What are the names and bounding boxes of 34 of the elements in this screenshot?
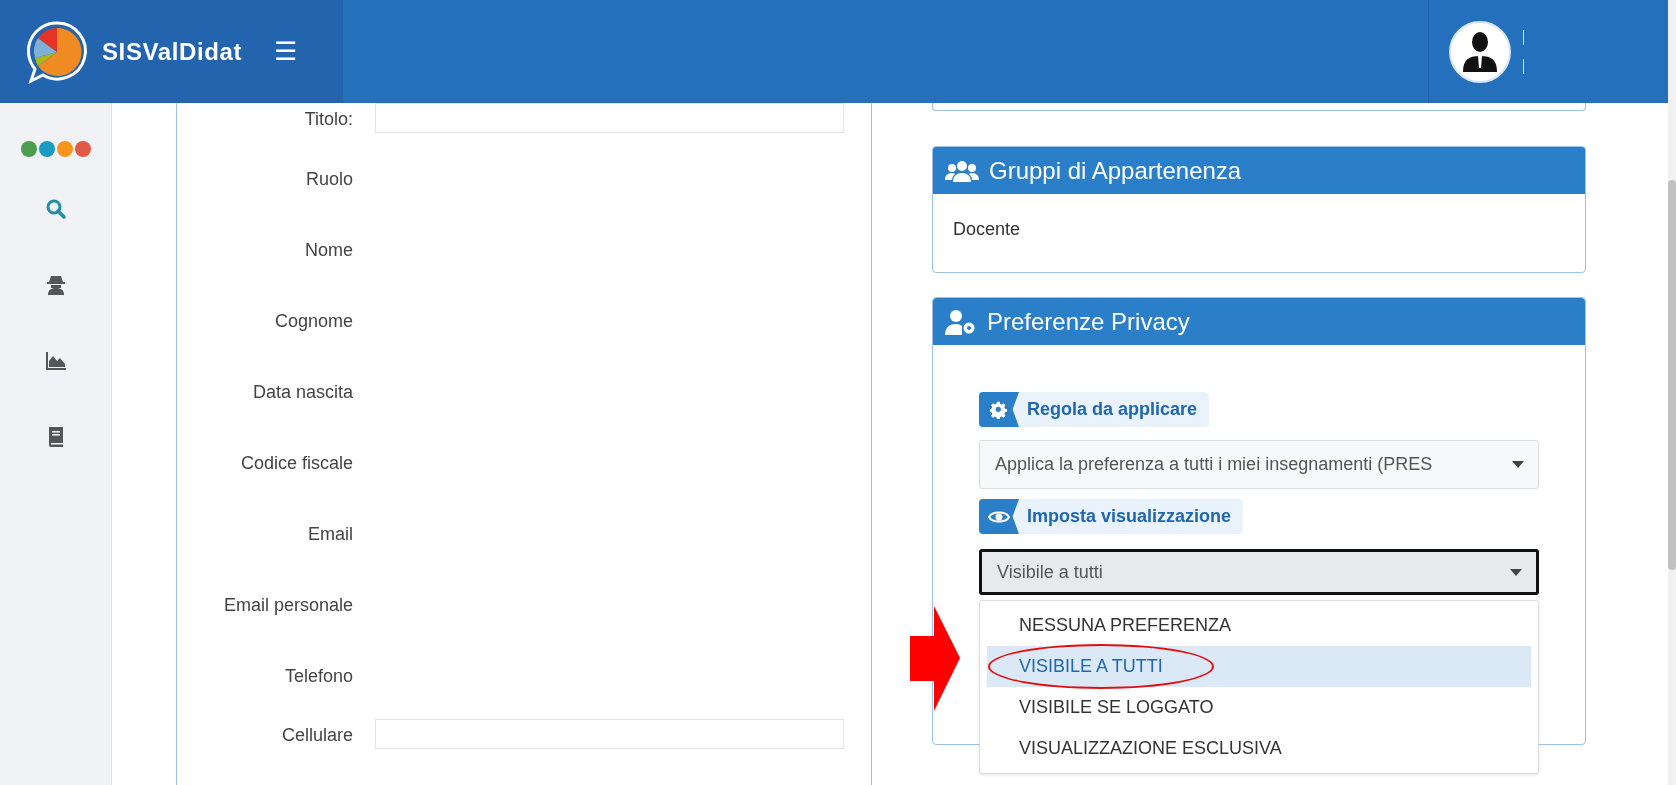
card-title: Gruppi di Appartenenza [989,155,1242,186]
dropdown-option[interactable]: VISIBILE A TUTTI [987,646,1531,687]
input-field[interactable] [375,719,844,749]
field-label: Ruolo [304,167,353,191]
logo-icon [24,18,90,85]
field-label: Email personale [222,593,353,617]
pointer-arrow-icon [910,606,960,711]
input-field[interactable] [375,103,844,133]
caret-icon [1510,568,1522,576]
gear-icon [990,400,1008,419]
field-label: Cognome [273,309,353,333]
area-chart-icon[interactable] [43,349,68,373]
field-label: Codice fiscale [239,451,353,475]
group-name: Docente [953,218,1022,241]
field-label: Telefono [283,664,353,688]
dropdown-option[interactable]: VISUALIZZAZIONE ESCLUSIVA [987,728,1531,769]
menu-toggle[interactable]: ☰ [274,32,297,71]
field-label: Email [307,522,353,546]
dropdown-option[interactable]: VISIBILE SE LOGGATO [987,687,1531,728]
rule-select[interactable]: Applica la preferenza a tutti i miei insegnamenti (PRES [979,440,1539,489]
section-label: Imposta visualizzazione [979,499,1244,534]
brand-name: SISValDidat [102,36,242,67]
users-icon [945,159,979,182]
field-label: Data nascita [251,380,353,404]
dropdown-option[interactable]: NESSUNA PREFERENZA [987,605,1531,646]
display-select[interactable]: Visibile a tutti [979,549,1539,595]
card-title: Preferenze Privacy [987,306,1190,337]
person-silhouette-icon [1463,31,1497,72]
caret-icon [1512,461,1524,468]
section-label: Regola da applicare [979,392,1210,427]
user-gear-icon [945,308,977,335]
field-label: Cellulare [280,724,353,747]
field-label: Titolo: [303,108,353,131]
field-label: Nome [304,238,353,262]
